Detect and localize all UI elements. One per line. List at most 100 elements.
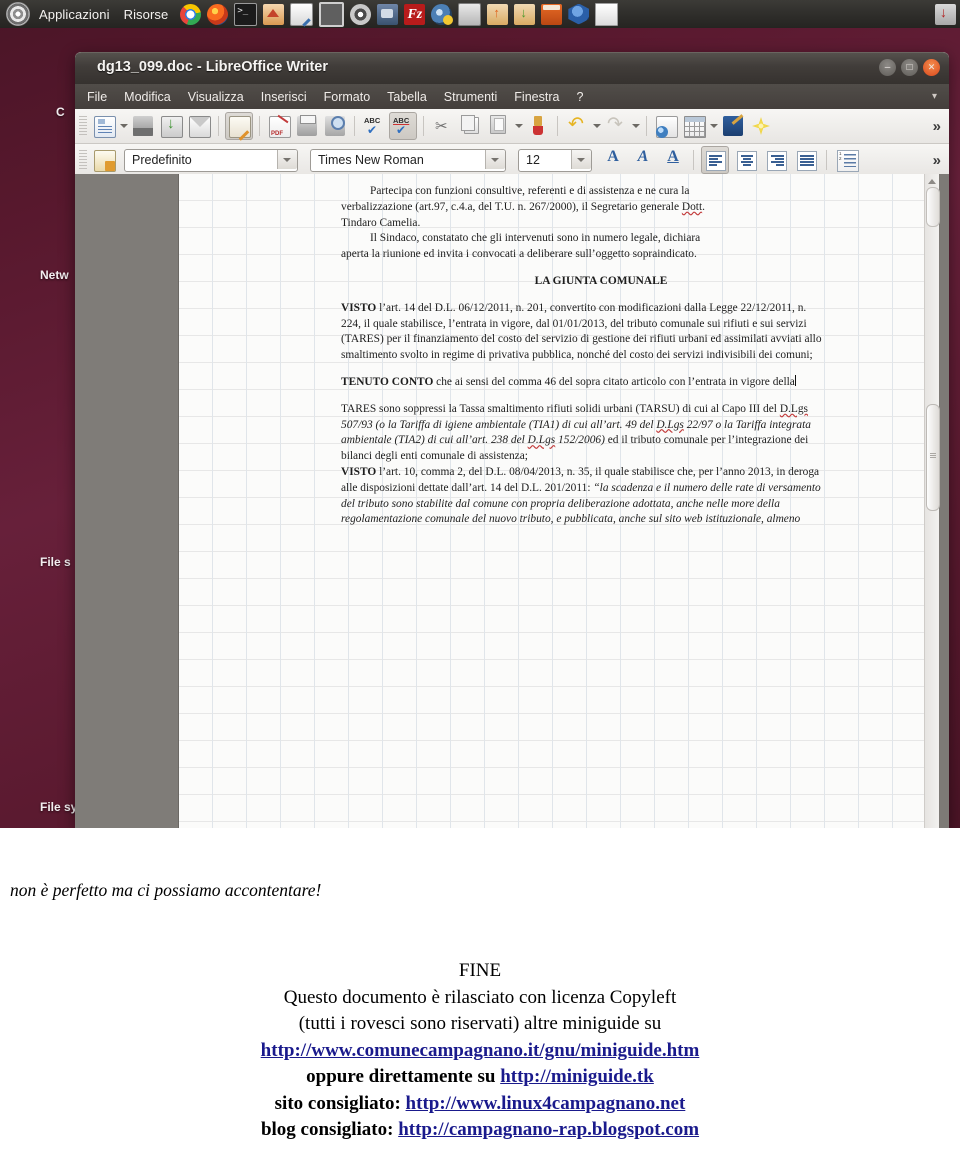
document-paragraph[interactable]: regolamentazione comunale del nuovo trib… [341, 512, 861, 528]
disc-burner-icon[interactable] [350, 3, 372, 25]
document-paragraph[interactable]: aperta la riunione ed invita i convocati… [341, 247, 861, 263]
document-paragraph[interactable]: del tributo sono stabilite dal comune co… [341, 497, 861, 513]
virtualbox-icon[interactable] [568, 3, 590, 25]
open-icon[interactable] [130, 113, 156, 139]
print-preview-icon[interactable] [322, 113, 348, 139]
bold-button[interactable]: A [600, 147, 626, 173]
italic-button[interactable]: A [630, 147, 656, 173]
news-reader-icon[interactable] [458, 2, 482, 26]
email-icon[interactable] [186, 113, 212, 139]
toolbar-overflow-icon[interactable]: » [933, 118, 941, 135]
toolbar-grip[interactable] [79, 116, 87, 136]
scroll-thumb-top[interactable] [926, 187, 940, 227]
document-paragraph[interactable]: Il Sindaco, constatato che gli intervenu… [341, 231, 861, 247]
paste-icon[interactable] [486, 113, 512, 139]
firefox-icon[interactable] [207, 3, 229, 25]
document-paragraph[interactable]: TARES sono soppressi la Tassa smaltiment… [341, 402, 861, 418]
toolbar-grip[interactable] [79, 150, 87, 170]
terminal-icon[interactable] [234, 2, 258, 26]
hyperlink-icon[interactable] [653, 113, 679, 139]
screenshot-icon[interactable] [377, 3, 399, 25]
document-paragraph[interactable]: VISTO l’art. 14 del D.L. 06/12/2011, n. … [341, 301, 861, 317]
ordered-list-icon[interactable] [834, 147, 860, 173]
table-dropdown[interactable] [708, 113, 719, 139]
scroll-thumb[interactable] [926, 404, 940, 511]
undo-dropdown[interactable] [591, 113, 602, 139]
document-paragraph[interactable]: VISTO l’art. 10, comma 2, del D.L. 08/04… [341, 465, 861, 481]
document-icon[interactable] [595, 2, 619, 26]
underline-button[interactable]: A [660, 147, 686, 173]
link-linux4campagnano[interactable]: http://www.linux4campagnano.net [406, 1093, 686, 1114]
align-justify-icon[interactable] [793, 147, 819, 173]
font-name-combo[interactable]: Times New Roman [310, 148, 506, 172]
trash-icon[interactable] [541, 3, 563, 25]
desktop-icon-label-0[interactable]: C [56, 105, 65, 119]
menu-item-finestra[interactable]: Finestra [514, 90, 559, 104]
desktop-icon-label-3[interactable]: File sy [40, 800, 77, 814]
upload-folder-icon[interactable] [487, 3, 509, 25]
menu-item-formato[interactable]: Formato [324, 90, 371, 104]
scroll-up-button[interactable] [925, 174, 939, 187]
cut-icon[interactable] [430, 113, 456, 139]
document-paragraph[interactable]: 224, il quale stabilisce, l’entrata in v… [341, 317, 861, 333]
window-titlebar[interactable]: dg13_099.doc - LibreOffice Writer [75, 52, 949, 84]
align-center-icon[interactable] [733, 147, 759, 173]
menu-item-modifica[interactable]: Modifica [124, 90, 171, 104]
document-paragraph[interactable]: 507/93 (o la Tariffa di igiene ambiental… [341, 418, 861, 434]
export-pdf-icon[interactable] [266, 113, 292, 139]
align-right-icon[interactable] [763, 147, 789, 173]
link-miniguide-main[interactable]: http://www.comunecampagnano.it/gnu/minig… [261, 1040, 700, 1061]
text-editor-icon[interactable] [290, 2, 314, 26]
document-text[interactable]: Partecipa con funzioni consultive, refer… [341, 184, 861, 528]
chevron-down-icon[interactable] [277, 149, 297, 169]
document-paragraph[interactable]: Partecipa con funzioni consultive, refer… [341, 184, 861, 200]
document-paragraph[interactable]: TENUTO CONTO che ai sensi del comma 46 d… [341, 374, 861, 391]
print-icon[interactable] [294, 113, 320, 139]
document-paragraph[interactable]: smaltimento svolto in regime di privativ… [341, 348, 861, 364]
chevron-down-icon[interactable] [485, 149, 505, 169]
chevron-down-icon[interactable] [571, 149, 591, 169]
draw-functions-icon[interactable] [720, 113, 746, 139]
new-document-icon[interactable] [91, 113, 117, 139]
menu-item-inserisci[interactable]: Inserisci [261, 90, 307, 104]
formatting-toolbar-overflow-icon[interactable]: » [933, 152, 941, 169]
table-icon[interactable] [681, 113, 707, 139]
globe-icon[interactable] [431, 3, 454, 25]
document-paragraph[interactable]: (TARES) per il finanziamento del costo d… [341, 332, 861, 348]
menu-item-strumenti[interactable]: Strumenti [444, 90, 498, 104]
menu-item-tabella[interactable]: Tabella [387, 90, 427, 104]
desktop-icon-label-1[interactable]: Netw [40, 268, 69, 282]
applications-menu[interactable]: Applicazioni [39, 7, 110, 22]
align-left-icon[interactable] [701, 146, 729, 174]
document-paragraph[interactable]: verbalizzazione (art.97, c.4.a, del T.U.… [341, 200, 861, 216]
paragraph-style-icon[interactable] [91, 147, 117, 173]
chrome-icon[interactable] [180, 3, 202, 25]
menu-item-visualizza[interactable]: Visualizza [188, 90, 244, 104]
edit-mode-icon[interactable] [225, 112, 253, 140]
filezilla-icon[interactable]: Fz [404, 3, 426, 25]
home-folder-icon[interactable] [263, 3, 285, 25]
redo-dropdown[interactable] [630, 113, 641, 139]
document-paragraph[interactable]: Tindaro Camelia. [341, 216, 861, 232]
menu-item-file[interactable]: File [87, 90, 107, 104]
chevron-down-icon[interactable]: ▾ [932, 91, 937, 102]
document-paragraph[interactable]: bilanci degli enti comunale di assistenz… [341, 449, 861, 465]
resources-menu[interactable]: Risorse [124, 7, 169, 22]
desktop-icon-label-2[interactable]: File s [40, 555, 71, 569]
minimize-button[interactable] [879, 59, 896, 76]
spelling-icon[interactable] [361, 113, 387, 139]
paragraph-style-combo[interactable]: Predefinito [124, 148, 298, 172]
link-miniguide-tk[interactable]: http://miniguide.tk [500, 1066, 654, 1087]
new-document-dropdown[interactable] [118, 113, 129, 139]
save-icon[interactable] [158, 113, 184, 139]
save-indicator-icon[interactable] [935, 3, 956, 25]
autospellcheck-icon[interactable] [389, 112, 417, 140]
undo-icon[interactable] [564, 113, 590, 139]
video-icon[interactable] [319, 1, 345, 27]
document-page[interactable]: Partecipa con funzioni consultive, refer… [178, 174, 929, 828]
ubuntu-logo-icon[interactable] [6, 2, 30, 26]
document-paragraph[interactable]: LA GIUNTA COMUNALE [341, 274, 861, 290]
clone-formatting-icon[interactable] [525, 113, 551, 139]
maximize-button[interactable] [901, 59, 918, 76]
document-paragraph[interactable]: alle disposizioni dettate dall’art. 14 d… [341, 481, 861, 497]
